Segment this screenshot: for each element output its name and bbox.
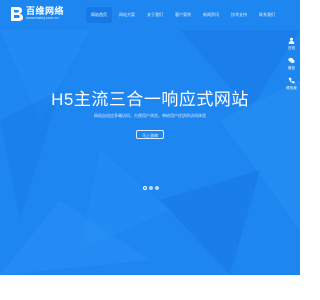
wechat-icon: [288, 57, 295, 64]
hero-subtitle: 网站自适应多端访问，方便用户浏览，带给用户优质的访问体验: [94, 113, 206, 118]
logo[interactable]: 百维网络 www.baiwj.com.cn: [10, 4, 80, 26]
consult-button[interactable]: 马上咨询: [136, 130, 164, 139]
slide-dot-1[interactable]: [143, 186, 147, 190]
phone-icon: [288, 77, 295, 84]
side-online-button[interactable]: 在线: [285, 36, 298, 54]
side-wechat-label: 微信: [288, 66, 295, 70]
side-wechat-button[interactable]: 微信: [285, 56, 298, 74]
brand-domain: www.baiwj.com.cn: [26, 15, 59, 20]
content-area: [0, 275, 300, 300]
main-nav: 网站首页 网站方案 关于我们 客户案例 新闻资讯 技术支持 联系我们: [86, 7, 276, 23]
hero-banner: 百维网络 www.baiwj.com.cn 网站首页 网站方案 关于我们 客户案…: [0, 0, 300, 300]
nav-item-solutions[interactable]: 网站方案: [114, 7, 140, 23]
side-online-label: 在线: [288, 46, 295, 50]
hero-background-pattern: [0, 30, 300, 275]
nav-item-cases[interactable]: 客户案例: [170, 7, 196, 23]
header: 百维网络 www.baiwj.com.cn 网站首页 网站方案 关于我们 客户案…: [0, 0, 300, 30]
slide-dot-2[interactable]: [149, 186, 153, 190]
nav-item-news[interactable]: 新闻资讯: [198, 7, 224, 23]
nav-item-about[interactable]: 关于我们: [142, 7, 168, 23]
logo-mark-icon: [11, 7, 23, 21]
nav-item-contact[interactable]: 联系我们: [254, 7, 280, 23]
slider-pagination: [143, 186, 159, 191]
nav-item-support[interactable]: 技术支持: [226, 7, 252, 23]
user-icon: [288, 37, 295, 44]
nav-item-home[interactable]: 网站首页: [86, 7, 112, 23]
slide-dot-3[interactable]: [155, 186, 159, 190]
hero-title: H5主流三合一响应式网站: [51, 90, 249, 109]
